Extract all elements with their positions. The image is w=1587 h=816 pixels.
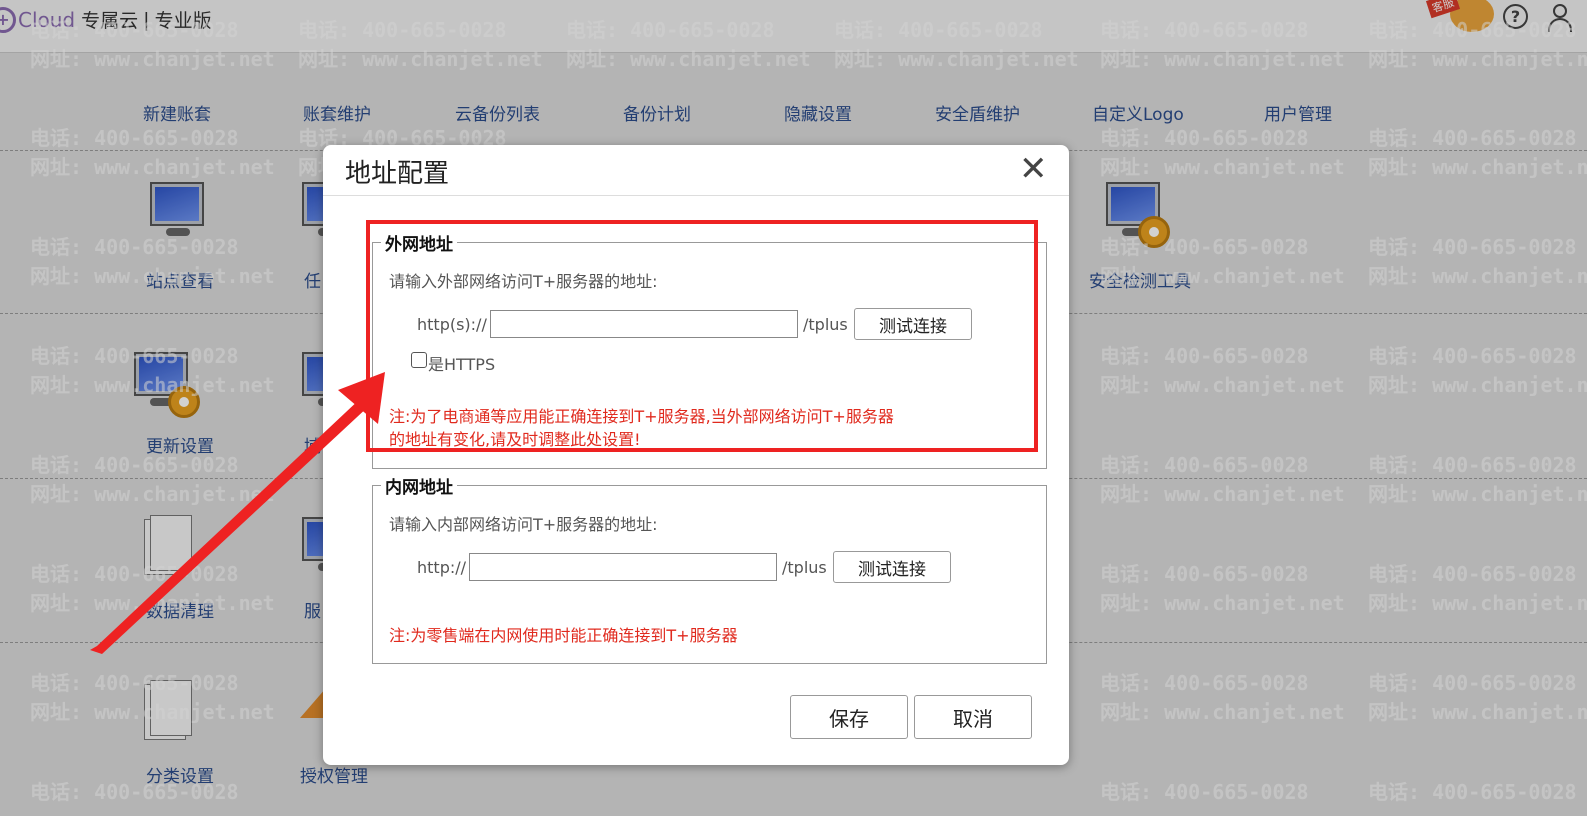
internal-prefix: http:// (417, 558, 467, 577)
save-button[interactable]: 保存 (790, 695, 908, 739)
external-hint: 请输入外部网络访问T+服务器的地址: (389, 272, 658, 291)
external-prefix: http(s):// (417, 315, 487, 334)
dialog-header-divider (323, 195, 1069, 196)
internal-address-legend: 内网地址 (385, 478, 453, 498)
external-address-input[interactable] (490, 310, 798, 338)
internal-test-connection-button[interactable]: 测试连接 (833, 551, 951, 583)
address-config-dialog: 地址配置 ✕ 外网地址 请输入外部网络访问T+服务器的地址: http(s):/… (323, 145, 1069, 765)
close-icon[interactable]: ✕ (1019, 149, 1048, 189)
dialog-title: 地址配置 (345, 159, 450, 189)
external-test-connection-button[interactable]: 测试连接 (854, 308, 972, 340)
external-suffix: /tplus (803, 315, 848, 334)
cancel-button[interactable]: 取消 (914, 695, 1032, 739)
internal-address-input[interactable] (469, 553, 777, 581)
external-note-line1: 注:为了电商通等应用能正确连接到T+服务器,当外部网络访问T+服务器 (389, 407, 894, 426)
internal-note: 注:为零售端在内网使用时能正确连接到T+服务器 (389, 626, 738, 645)
external-address-legend: 外网地址 (385, 235, 453, 255)
https-label[interactable]: 是HTTPS (428, 351, 495, 375)
https-checkbox[interactable] (411, 352, 427, 368)
internal-hint: 请输入内部网络访问T+服务器的地址: (389, 515, 658, 534)
external-note-line2: 的地址有变化,请及时调整此处设置! (389, 430, 641, 449)
internal-suffix: /tplus (782, 558, 827, 577)
